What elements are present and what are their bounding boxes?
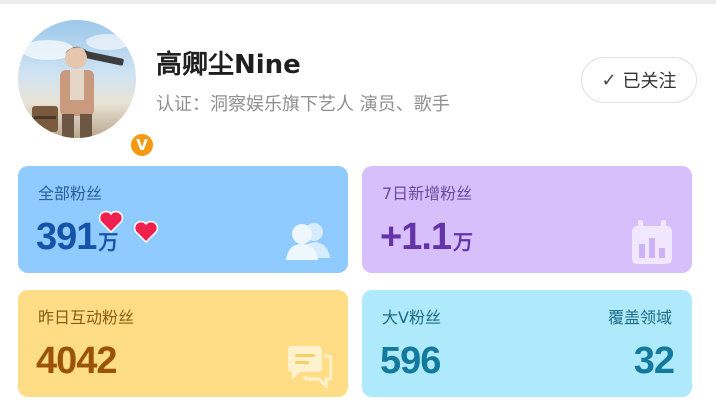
big-v-fans-card[interactable]: 大V粉丝 596 覆盖领域 32 [362,290,692,397]
followed-button[interactable]: ✓ 已关注 [581,57,697,103]
avatar[interactable]: V [18,20,156,159]
new-fans-7d-card[interactable]: 7日新增粉丝 +1.1 万 [362,166,692,273]
total-fans-card[interactable]: 全部粉丝 391 万 [18,166,348,273]
profile-name: 高卿尘Nine [156,50,301,80]
heart-icon [98,210,124,234]
new-fans-7d-label: 7日新增粉丝 [382,184,473,203]
big-v-fans-value: 596 [380,340,441,382]
interactive-fans-value: 4042 [36,340,118,382]
new-fans-7d-value: +1.1 万 [380,216,473,258]
total-fans-unit: 万 [98,232,118,254]
followed-button-label: 已关注 [622,71,677,92]
new-fans-7d-unit: 万 [453,232,473,254]
certification-text: 认证：洞察娱乐旗下艺人 演员、歌手 [156,94,450,115]
bar-chart-icon [632,220,672,264]
verified-badge-icon: V [128,131,156,159]
avatar-image [18,20,136,138]
people-icon [286,223,330,260]
interactive-fans-label: 昨日互动粉丝 [38,308,135,327]
interactive-fans-card[interactable]: 昨日互动粉丝 4042 [18,290,348,397]
coverage-value: 32 [633,340,675,382]
big-v-fans-label: 大V粉丝 [382,308,441,327]
coverage-label: 覆盖领域 [607,308,672,327]
heart-icon [133,220,159,244]
checkmark-icon: ✓ [601,69,617,91]
total-fans-label: 全部粉丝 [38,184,103,203]
chat-bubbles-icon [288,346,332,388]
top-divider [0,0,716,4]
